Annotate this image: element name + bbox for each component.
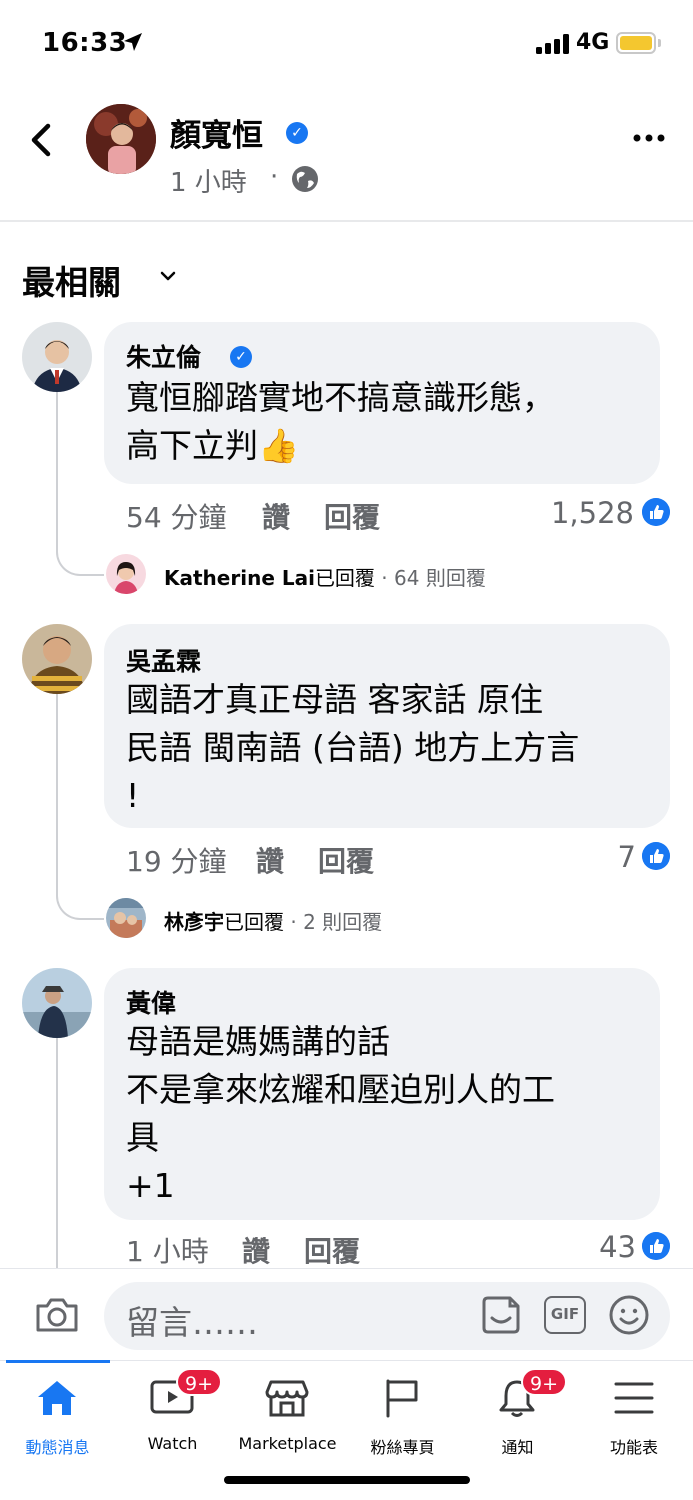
- thread-connector: [56, 392, 58, 542]
- thread-connector-curve: [56, 884, 104, 920]
- replies-preview[interactable]: Katherine Lai已回覆 · 64 則回覆: [164, 562, 486, 591]
- location-arrow-icon: [124, 33, 142, 51]
- comment-timestamp: 19 分鐘: [126, 845, 227, 878]
- commenter-avatar[interactable]: [22, 322, 92, 392]
- comment-text-line: 民語 閩南語 (台語) 地方上方言: [126, 728, 580, 767]
- replier-photo: [106, 554, 146, 594]
- replier-avatar[interactable]: [106, 554, 146, 594]
- battery-icon: [616, 32, 656, 54]
- marketplace-store-icon: [265, 1380, 309, 1417]
- home-indicator[interactable]: [224, 1476, 470, 1484]
- tab-news-feed[interactable]: 動態消息: [0, 1364, 115, 1460]
- reaction-count[interactable]: 7: [560, 840, 636, 874]
- replier-avatar[interactable]: [106, 898, 146, 938]
- comment-sort-dropdown[interactable]: 最相關: [22, 256, 121, 304]
- comment-input-placeholder[interactable]: 留言……: [126, 1296, 258, 1344]
- comment-text-line: 具: [126, 1118, 159, 1157]
- chevron-down-icon[interactable]: [160, 270, 176, 282]
- like-button[interactable]: 讚: [242, 1230, 270, 1270]
- thread-connector: [56, 1038, 58, 1268]
- reply-count[interactable]: · 2 則回覆: [284, 910, 382, 934]
- more-options-icon[interactable]: [632, 130, 666, 146]
- back-arrow-icon[interactable]: [28, 122, 56, 158]
- replier-name[interactable]: 林彥宇: [164, 910, 224, 934]
- tab-label: 通知: [501, 1438, 534, 1457]
- tab-label: Watch: [147, 1434, 198, 1453]
- composer-divider: [0, 1268, 693, 1269]
- network-type: 4G: [576, 30, 610, 55]
- replied-label: 已回覆: [314, 566, 375, 590]
- tab-label: 功能表: [609, 1438, 658, 1457]
- comment-text-line: +1: [126, 1166, 175, 1205]
- tab-watch[interactable]: 9+ Watch: [115, 1364, 230, 1460]
- header-divider: [0, 220, 693, 222]
- comment-text-line: 寬恒腳踏實地不搞意識形態，: [126, 378, 555, 417]
- reaction-count[interactable]: 1,528: [500, 496, 634, 530]
- tab-marketplace[interactable]: Marketplace: [230, 1364, 345, 1460]
- active-tab-indicator: [6, 1360, 110, 1363]
- tab-pages[interactable]: 粉絲專頁: [345, 1364, 460, 1460]
- commenter-photo: [22, 624, 92, 694]
- meta-separator: ·: [270, 162, 279, 192]
- commenter-name[interactable]: 吳孟霖: [126, 642, 201, 678]
- camera-icon[interactable]: [34, 1296, 80, 1334]
- reaction-count[interactable]: 43: [540, 1230, 636, 1264]
- comment-text-line: 國語才真正母語 客家話 原住: [126, 680, 543, 719]
- notification-badge: 9+: [521, 1368, 567, 1396]
- replied-label: 已回覆: [224, 910, 284, 934]
- commenter-photo: [22, 968, 92, 1038]
- globe-icon: [292, 166, 318, 192]
- comment-text-line: 母語是媽媽講的話: [126, 1022, 390, 1061]
- like-reaction-icon: [642, 1232, 670, 1260]
- replies-preview[interactable]: 林彥宇已回覆 · 2 則回覆: [164, 906, 382, 935]
- comment-text-line: 不是拿來炫耀和壓迫別人的工: [126, 1070, 555, 1109]
- verified-badge-icon: ✓: [230, 346, 252, 368]
- emoji-icon[interactable]: [608, 1294, 650, 1336]
- thread-connector: [56, 694, 58, 886]
- author-photo: [86, 104, 156, 174]
- replier-photo: [106, 898, 146, 938]
- reply-button[interactable]: 回覆: [324, 496, 380, 536]
- author-avatar[interactable]: [86, 104, 156, 174]
- commenter-photo: [22, 322, 92, 392]
- tab-menu[interactable]: 功能表: [575, 1364, 693, 1460]
- thread-connector-curve: [56, 540, 104, 576]
- notification-badge: 9+: [176, 1368, 222, 1396]
- commenter-avatar[interactable]: [22, 968, 92, 1038]
- reply-count[interactable]: · 64 則回覆: [375, 566, 486, 590]
- cellular-signal-icon: [536, 34, 569, 54]
- tab-label: 粉絲專頁: [370, 1438, 435, 1457]
- comment-text-line: !: [126, 776, 140, 815]
- comment-timestamp: 54 分鐘: [126, 501, 227, 534]
- like-reaction-icon: [642, 842, 670, 870]
- commenter-name[interactable]: 朱立倫: [126, 338, 201, 374]
- sticker-icon[interactable]: [480, 1294, 522, 1336]
- battery-cap: [658, 39, 661, 47]
- tab-label: Marketplace: [238, 1434, 337, 1453]
- tab-label: 動態消息: [25, 1438, 90, 1457]
- like-button[interactable]: 讚: [256, 840, 284, 880]
- commenter-avatar[interactable]: [22, 624, 92, 694]
- flag-icon: [386, 1379, 418, 1418]
- reply-button[interactable]: 回覆: [318, 840, 374, 880]
- like-reaction-icon: [642, 498, 670, 526]
- post-timestamp[interactable]: 1 小時: [170, 162, 247, 199]
- like-button[interactable]: 讚: [262, 496, 290, 536]
- status-time: 16:33: [42, 28, 128, 58]
- commenter-name[interactable]: 黃偉: [126, 984, 176, 1020]
- comment-timestamp: 1 小時: [126, 1235, 209, 1268]
- replier-name[interactable]: Katherine Lai: [164, 566, 315, 590]
- reply-button[interactable]: 回覆: [304, 1230, 360, 1270]
- author-name[interactable]: 顏寬恒: [170, 110, 263, 155]
- gif-button[interactable]: GIF: [544, 1296, 586, 1334]
- home-icon: [38, 1381, 76, 1415]
- verified-badge-icon: ✓: [286, 122, 308, 144]
- comment-text-line: 高下立判👍: [126, 426, 300, 465]
- tab-notifications[interactable]: 9+ 通知: [460, 1364, 575, 1460]
- hamburger-menu-icon: [614, 1382, 654, 1414]
